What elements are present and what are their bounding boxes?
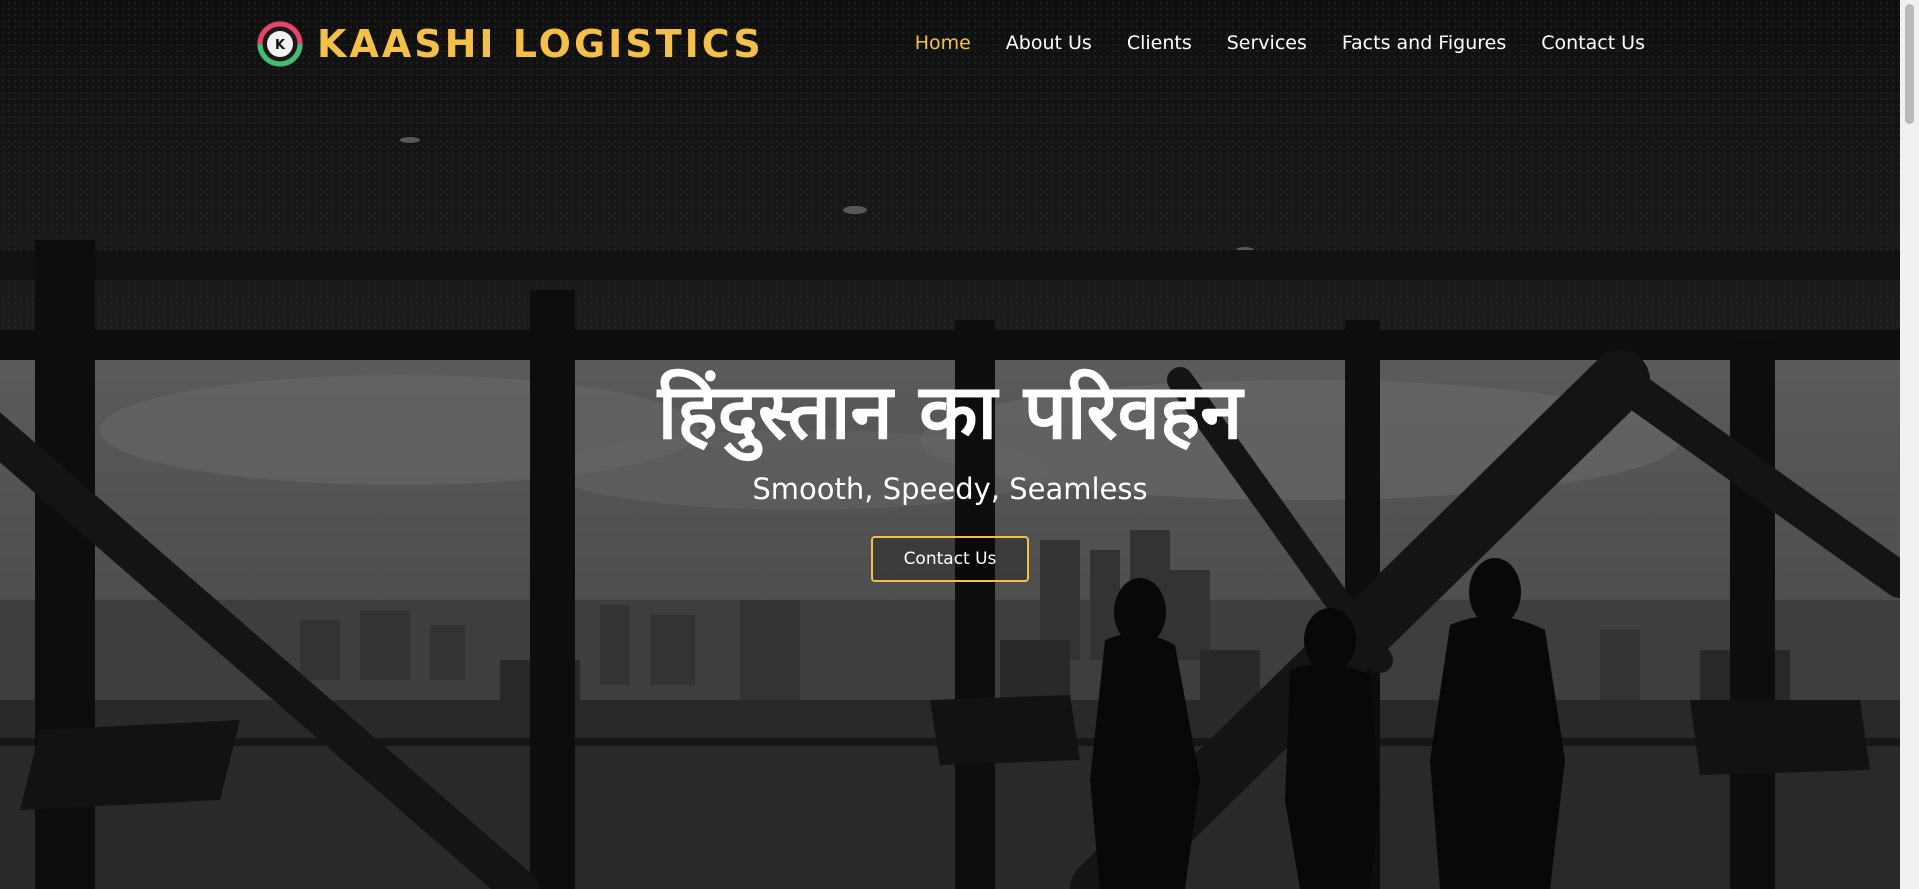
nav-about-us[interactable]: About Us bbox=[1006, 32, 1092, 54]
nav-facts-and-figures[interactable]: Facts and Figures bbox=[1342, 32, 1506, 54]
scrollbar-thumb[interactable] bbox=[1905, 4, 1914, 124]
hero-subtitle: Smooth, Speedy, Seamless bbox=[752, 471, 1148, 506]
brand-name: KAASHI LOGISTICS bbox=[317, 22, 764, 66]
page-scrollbar[interactable] bbox=[1900, 0, 1919, 889]
hero-title: हिंदुस्तान का परिवहन bbox=[657, 367, 1243, 456]
nav-home[interactable]: Home bbox=[915, 32, 971, 54]
site-header: K KAASHI LOGISTICS Home About Us Clients… bbox=[0, 0, 1900, 90]
kaashi-logo-icon: K bbox=[256, 20, 304, 68]
contact-us-button[interactable]: Contact Us bbox=[870, 535, 1030, 582]
brand-link[interactable]: K KAASHI LOGISTICS bbox=[255, 19, 764, 69]
nav-clients[interactable]: Clients bbox=[1127, 32, 1192, 54]
hero-content: हिंदुस्तान का परिवहन Smooth, Speedy, Sea… bbox=[0, 370, 1900, 582]
page: K KAASHI LOGISTICS Home About Us Clients… bbox=[0, 0, 1919, 889]
nav-services[interactable]: Services bbox=[1227, 32, 1307, 54]
main-nav: Home About Us Clients Services Facts and… bbox=[880, 32, 1645, 54]
nav-contact-us[interactable]: Contact Us bbox=[1541, 32, 1645, 54]
svg-text:K: K bbox=[275, 38, 286, 53]
